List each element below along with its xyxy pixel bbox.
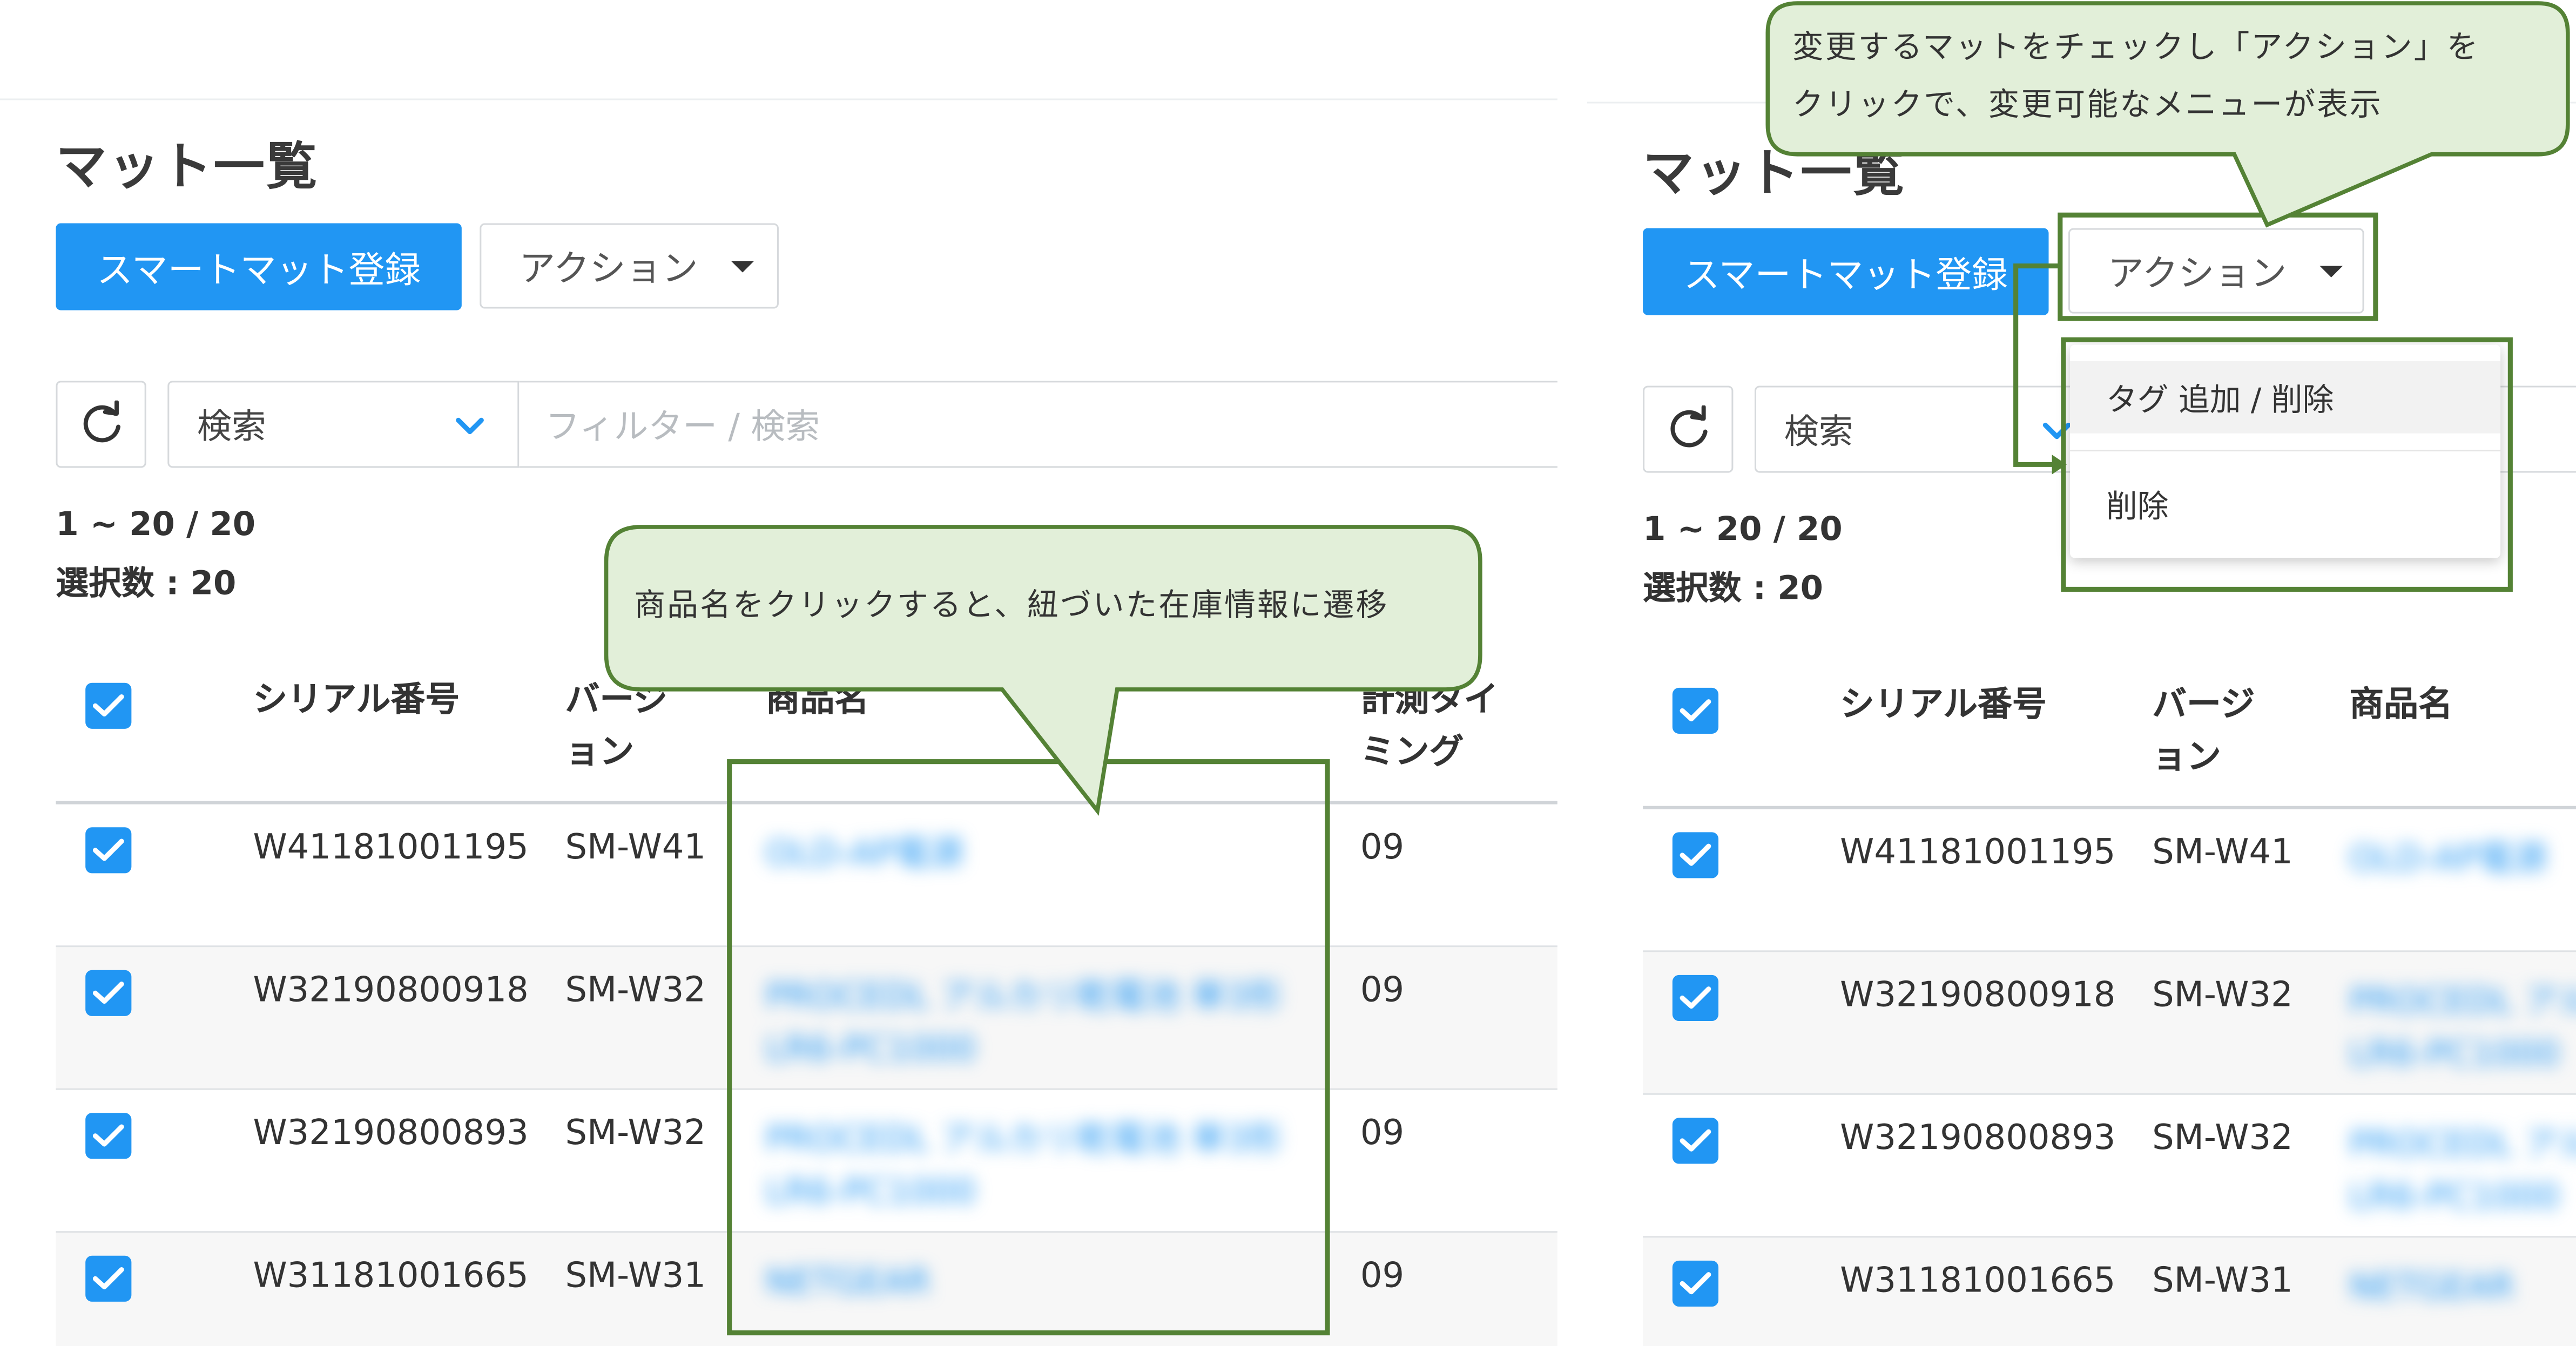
- product-callout-text: 商品名をクリックすると、紐づいた在庫情報に遷移: [634, 587, 1389, 624]
- action-button-highlight: [2058, 212, 2378, 321]
- annotation-overlay: [604, 1, 2570, 1336]
- action-callout-line2: クリックで、変更可能なメニューが表示: [1792, 87, 2383, 124]
- dropdown-highlight: [2061, 337, 2513, 592]
- product-column-highlight: [727, 759, 1330, 1336]
- connector-line: [2013, 263, 2060, 467]
- product-callout-bubble: [604, 525, 1482, 816]
- action-callout-line1: 変更するマットをチェックし「アクション」を: [1792, 29, 2480, 66]
- action-callout-text: 変更するマットをチェックし「アクション」を クリックで、変更可能なメニューが表示: [1792, 19, 2480, 134]
